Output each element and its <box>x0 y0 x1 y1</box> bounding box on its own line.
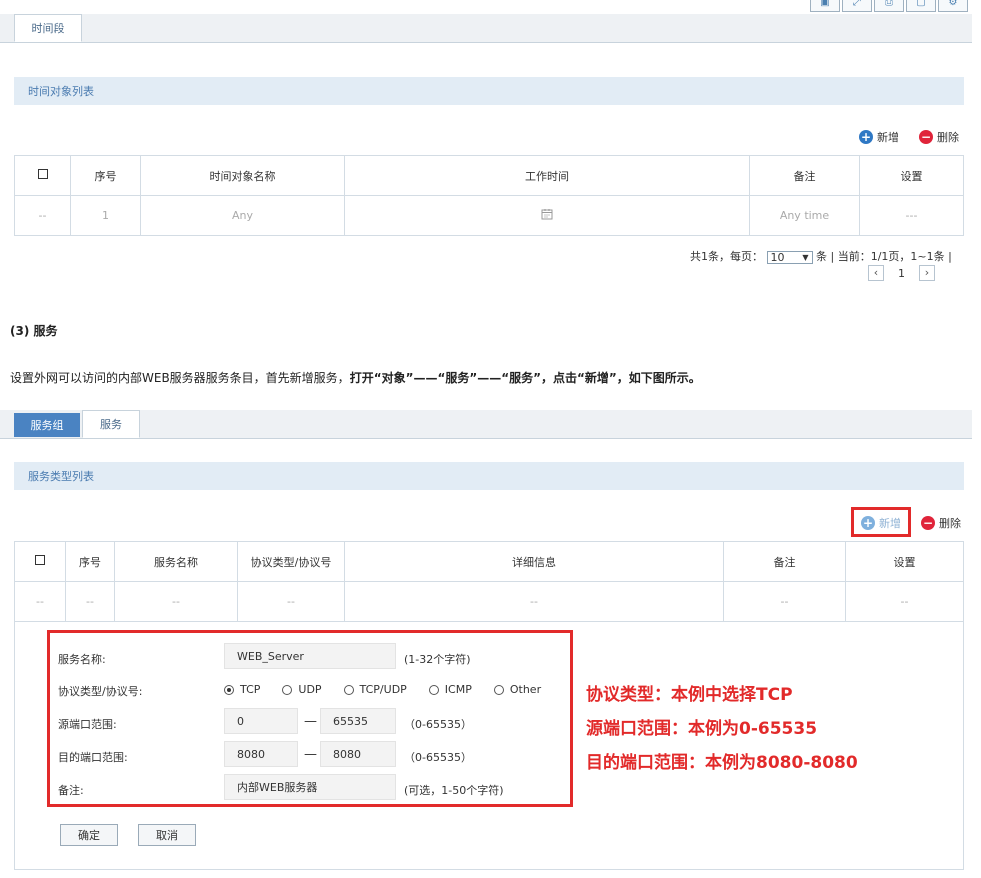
protocol-label: 协议类型/协议号: <box>58 685 143 698</box>
minus-icon: − <box>919 130 933 144</box>
cancel-button[interactable]: 取消 <box>138 824 196 846</box>
service-name-input[interactable]: WEB_Server <box>224 643 396 669</box>
radio-udp[interactable]: UDP <box>282 683 322 696</box>
remark-hint: (可选，1-50个字符) <box>404 784 504 797</box>
service-list-title: 服务类型列表 <box>14 462 964 490</box>
next-page-button[interactable]: › <box>919 265 935 281</box>
window-icon[interactable]: ▢ <box>906 0 936 12</box>
col-details: 详细信息 <box>344 541 724 582</box>
col-name: 时间对象名称 <box>140 155 345 196</box>
col-protocol: 协议类型/协议号 <box>237 541 345 582</box>
service-table: 序号 服务名称 协议类型/协议号 详细信息 备注 设置 -- -- -- -- … <box>14 541 964 622</box>
instruction-text: 设置外网可以访问的内部WEB服务器服务条目，首先新增服务，打开“对象”——“服务… <box>10 371 701 385</box>
radio-tcp[interactable]: TCP <box>224 683 260 696</box>
ok-button[interactable]: 确定 <box>60 824 118 846</box>
col-settings: 设置 <box>845 541 964 582</box>
gear-icon[interactable]: ⚙ <box>938 0 968 12</box>
annotation-dst-port: 目的端口范围：本例为8080-8080 <box>586 753 858 773</box>
annotation-src-port: 源端口范围：本例为0-65535 <box>586 719 818 739</box>
tab-service-group[interactable]: 服务组 <box>14 413 80 437</box>
radio-tcp-udp[interactable]: TCP/UDP <box>343 683 407 696</box>
tab-service[interactable]: 服务 <box>82 410 140 438</box>
per-page-select[interactable]: 10 ▼ <box>766 250 813 264</box>
select-all-checkbox[interactable] <box>14 155 71 196</box>
time-table: 序号 时间对象名称 工作时间 备注 设置 -- 1 Any Any time -… <box>14 155 964 236</box>
service-name-label: 服务名称: <box>58 653 106 666</box>
col-index: 序号 <box>65 541 115 582</box>
protocol-radio-group: TCP UDP TCP/UDP ICMP Other <box>224 683 541 696</box>
table-row: -- 1 Any Any time --- <box>14 195 964 236</box>
dst-port-hint: （0-65535） <box>404 751 472 764</box>
src-port-label: 源端口范围: <box>58 718 117 731</box>
dst-port-from-input[interactable]: 8080 <box>224 741 298 767</box>
calendar-icon[interactable] <box>344 195 750 236</box>
col-remark: 备注 <box>749 155 860 196</box>
select-all-checkbox[interactable] <box>14 541 66 582</box>
annotation-protocol: 协议类型：本例中选择TCP <box>586 685 793 705</box>
minus-icon: − <box>921 516 935 530</box>
dst-port-to-input[interactable]: 8080 <box>320 741 396 767</box>
col-service-name: 服务名称 <box>114 541 238 582</box>
col-remark: 备注 <box>723 541 846 582</box>
plus-icon: + <box>861 516 875 530</box>
expand-icon[interactable]: ⤢ <box>842 0 872 12</box>
time-delete-button[interactable]: − 删除 <box>919 129 959 145</box>
service-name-hint: (1-32个字符) <box>404 653 471 666</box>
tab-time-period[interactable]: 时间段 <box>14 14 82 42</box>
radio-icmp[interactable]: ICMP <box>428 683 472 696</box>
time-add-button[interactable]: + 新增 <box>859 129 899 145</box>
src-port-from-input[interactable]: 0 <box>224 708 298 734</box>
current-page[interactable]: 1 <box>888 267 916 280</box>
print-icon[interactable]: ⎙ <box>874 0 904 12</box>
time-list-title: 时间对象列表 <box>14 77 964 105</box>
src-port-to-input[interactable]: 65535 <box>320 708 396 734</box>
service-tabstrip: 服务组 服务 <box>0 410 972 439</box>
pager: ‹ 1 › <box>868 265 935 281</box>
src-port-hint: （0-65535） <box>404 718 472 731</box>
time-tabstrip: 时间段 <box>0 14 972 43</box>
table-header-row: 序号 服务名称 协议类型/协议号 详细信息 备注 设置 <box>14 541 964 582</box>
service-heading: (3) 服务 <box>10 324 58 338</box>
src-dash: — <box>304 714 317 729</box>
radio-other[interactable]: Other <box>493 683 541 696</box>
col-index: 序号 <box>70 155 141 196</box>
remark-input[interactable]: 内部WEB服务器 <box>224 774 396 800</box>
remark-label: 备注: <box>58 784 84 797</box>
table-header-row: 序号 时间对象名称 工作时间 备注 设置 <box>14 155 964 196</box>
table-row: -- -- -- -- -- -- -- <box>14 581 964 622</box>
pagination: 共1条，每页： 10 ▼ 条 | 当前：1/1页，1~1条 | <box>690 250 952 264</box>
plus-icon: + <box>859 130 873 144</box>
dst-dash: — <box>304 747 317 762</box>
save-icon[interactable]: ▣ <box>810 0 840 12</box>
service-delete-button[interactable]: − 删除 <box>921 515 961 531</box>
service-add-button[interactable]: + 新增 <box>861 515 901 531</box>
top-toolbar: ▣ ⤢ ⎙ ▢ ⚙ <box>808 0 968 12</box>
prev-page-button[interactable]: ‹ <box>868 265 884 281</box>
dst-port-label: 目的端口范围: <box>58 751 128 764</box>
col-work-time: 工作时间 <box>344 155 750 196</box>
col-settings: 设置 <box>859 155 964 196</box>
